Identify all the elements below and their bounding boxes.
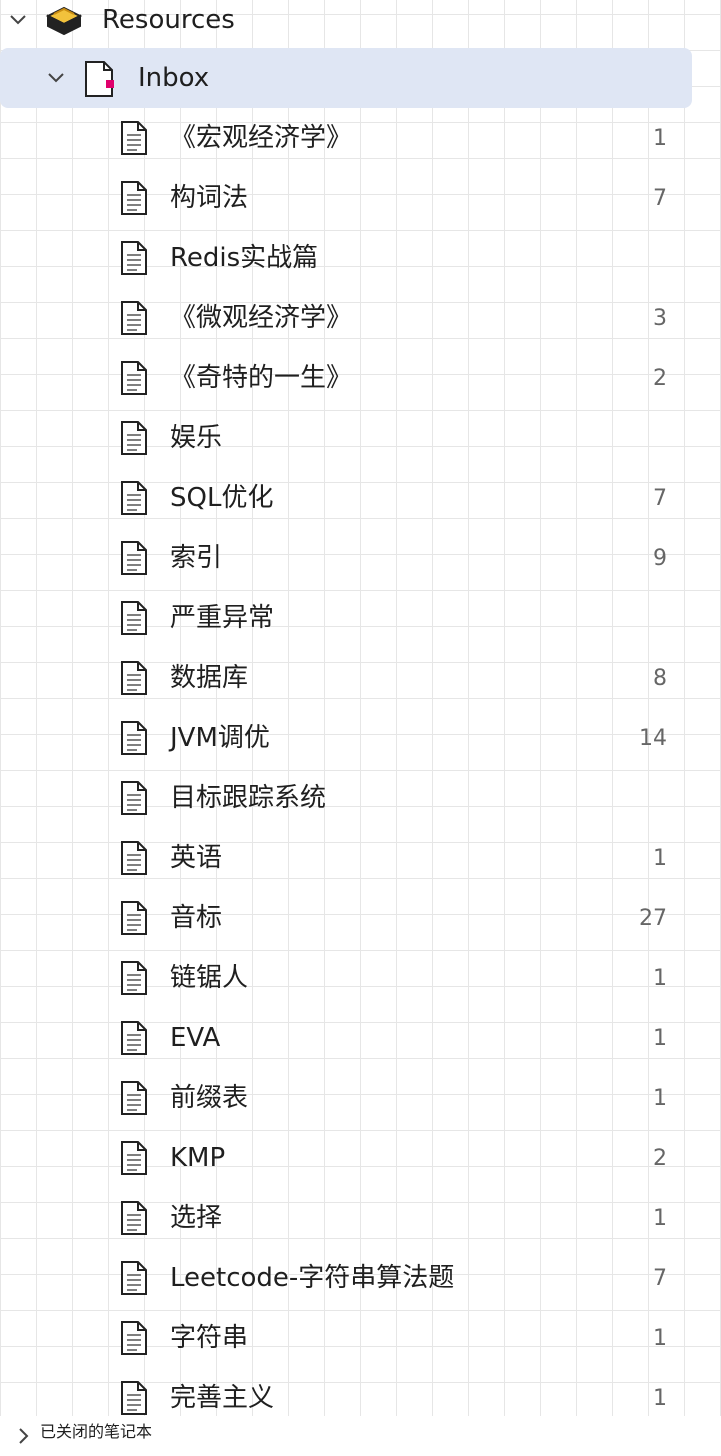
note-item[interactable]: 索引 9 — [0, 528, 692, 588]
note-page-icon — [120, 1260, 148, 1296]
note-page-icon — [120, 420, 148, 456]
note-page-icon — [120, 720, 148, 756]
note-count: 7 — [653, 1265, 667, 1291]
note-page-icon — [120, 1200, 148, 1236]
note-count: 1 — [653, 1325, 667, 1351]
note-count: 7 — [653, 485, 667, 511]
note-item[interactable]: 目标跟踪系统 — [0, 768, 692, 828]
note-title: 《奇特的一生》 — [170, 363, 353, 393]
note-page-icon — [120, 1020, 148, 1056]
note-page-icon — [120, 480, 148, 516]
chevron-down-icon[interactable] — [4, 6, 32, 34]
note-page-icon — [120, 960, 148, 996]
tree-item-resources[interactable]: Resources — [0, 0, 692, 50]
chevron-down-icon[interactable] — [42, 64, 70, 92]
note-count: 1 — [653, 1085, 667, 1111]
tree-item-closed-notebooks[interactable]: 已关闭的笔记本 — [0, 1416, 721, 1456]
note-title: 英语 — [170, 843, 223, 873]
note-title: Redis实战篇 — [170, 243, 319, 273]
note-item[interactable]: 链锯人 1 — [0, 948, 692, 1008]
tree-item-inbox[interactable]: Inbox — [0, 48, 692, 108]
notebook-tree: Resources Inbox 《宏观经济学》 1 构词法 7 Redis实战篇… — [0, 0, 721, 1456]
note-item[interactable]: SQL优化 7 — [0, 468, 692, 528]
note-item[interactable]: 英语 1 — [0, 828, 692, 888]
note-item[interactable]: KMP 2 — [0, 1128, 692, 1188]
note-title: 链锯人 — [170, 963, 249, 993]
note-item[interactable]: Leetcode-字符串算法题 7 — [0, 1248, 692, 1308]
note-count: 1 — [653, 1025, 667, 1051]
note-count: 9 — [653, 545, 667, 571]
note-page-icon — [120, 1140, 148, 1176]
note-item[interactable]: 数据库 8 — [0, 648, 692, 708]
note-title: KMP — [170, 1143, 226, 1173]
note-item[interactable]: 娱乐 — [0, 408, 692, 468]
notebook-stack-icon — [44, 2, 84, 42]
note-page-icon — [120, 360, 148, 396]
note-count: 27 — [639, 905, 667, 931]
note-item[interactable]: EVA 1 — [0, 1008, 692, 1068]
inbox-note-icon — [84, 60, 116, 102]
note-item[interactable]: 《奇特的一生》 2 — [0, 348, 692, 408]
note-title: 严重异常 — [170, 603, 275, 633]
tree-item-label: 已关闭的笔记本 — [40, 1422, 153, 1441]
note-page-icon — [120, 780, 148, 816]
chevron-right-icon[interactable] — [10, 1422, 38, 1450]
note-item[interactable]: 选择 1 — [0, 1188, 692, 1248]
note-title: 索引 — [170, 543, 223, 573]
note-count: 3 — [653, 305, 667, 331]
note-title: 《微观经济学》 — [170, 303, 353, 333]
note-title: Leetcode-字符串算法题 — [170, 1263, 455, 1293]
note-item[interactable]: 构词法 7 — [0, 168, 692, 228]
note-count: 8 — [653, 665, 667, 691]
note-title: 《宏观经济学》 — [170, 123, 353, 153]
note-item[interactable]: 严重异常 — [0, 588, 692, 648]
note-title: JVM调优 — [170, 723, 270, 753]
note-item[interactable]: Redis实战篇 — [0, 228, 692, 288]
note-page-icon — [120, 660, 148, 696]
note-count: 1 — [653, 965, 667, 991]
note-title: 前缀表 — [170, 1083, 249, 1113]
note-count: 1 — [653, 845, 667, 871]
note-title: 构词法 — [170, 183, 249, 213]
note-count: 1 — [653, 1385, 667, 1411]
note-title: 数据库 — [170, 663, 249, 693]
note-title: SQL优化 — [170, 483, 274, 513]
note-title: 音标 — [170, 903, 223, 933]
note-page-icon — [120, 540, 148, 576]
note-count: 14 — [639, 725, 667, 751]
note-item[interactable]: 《宏观经济学》 1 — [0, 108, 692, 168]
note-page-icon — [120, 600, 148, 636]
note-page-icon — [120, 180, 148, 216]
note-page-icon — [120, 1320, 148, 1356]
note-item[interactable]: 音标 27 — [0, 888, 692, 948]
note-count: 1 — [653, 1205, 667, 1231]
note-item[interactable]: 前缀表 1 — [0, 1068, 692, 1128]
note-page-icon — [120, 240, 148, 276]
note-page-icon — [120, 120, 148, 156]
note-title: EVA — [170, 1023, 221, 1053]
note-count: 2 — [653, 1145, 667, 1171]
note-page-icon — [120, 900, 148, 936]
note-item[interactable]: 字符串 1 — [0, 1308, 692, 1368]
note-title: 选择 — [170, 1203, 223, 1233]
note-page-icon — [120, 1080, 148, 1116]
note-count: 2 — [653, 365, 667, 391]
note-title: 字符串 — [170, 1323, 249, 1353]
note-page-icon — [120, 840, 148, 876]
note-item[interactable]: JVM调优 14 — [0, 708, 692, 768]
tree-item-label: Resources — [102, 5, 235, 35]
note-count: 1 — [653, 125, 667, 151]
note-item[interactable]: 《微观经济学》 3 — [0, 288, 692, 348]
note-page-icon — [120, 1380, 148, 1416]
note-count: 7 — [653, 185, 667, 211]
note-title: 娱乐 — [170, 423, 223, 453]
note-title: 目标跟踪系统 — [170, 783, 327, 813]
tree-item-label: Inbox — [138, 63, 210, 93]
note-page-icon — [120, 300, 148, 336]
